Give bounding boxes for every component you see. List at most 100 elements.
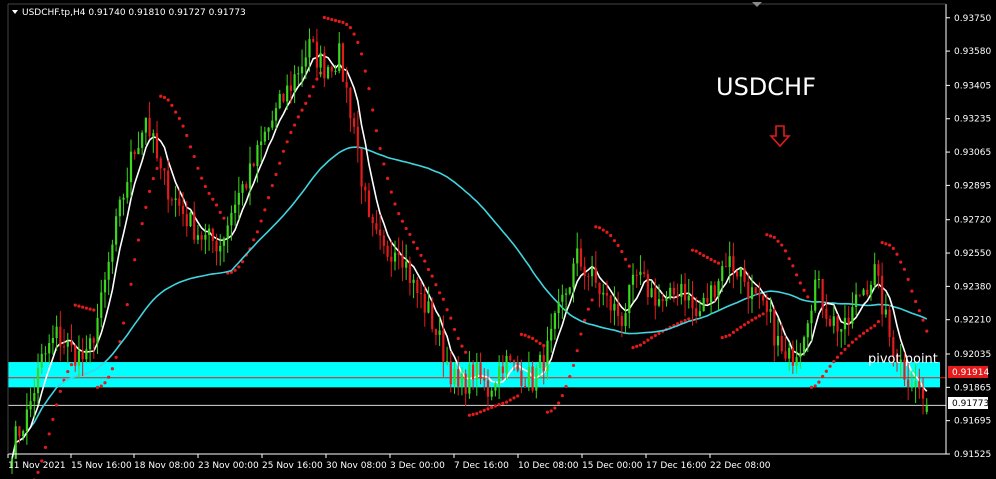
time-tick-label: 15 Dec 00:00 [582,461,643,471]
sar-dot [739,325,743,329]
sar-dot [397,211,401,216]
sar-dot [880,241,884,245]
sar-dot [84,306,88,310]
sar-dot [791,264,795,268]
sar-dot [545,410,550,414]
sar-dot [690,248,695,252]
sar-dot [162,95,167,100]
sar-dot [121,321,126,325]
sar-dot [107,375,111,379]
sar-dot [824,369,828,373]
sar-dot [564,384,568,389]
sar-dot [374,129,379,133]
sar-dot [549,409,553,413]
sar-dot [400,219,405,223]
sar-dot [516,394,520,398]
sar-dot [765,233,769,237]
sar-dot [110,367,115,371]
sar-dot [728,333,732,337]
price-tick-label: 0.93235 [954,115,991,125]
sar-dot [504,400,509,404]
red-price-marker-text: 0.91914 [952,368,989,378]
sar-dot [873,324,877,328]
price-tick-label: 0.93750 [954,14,991,24]
sar-dot [47,432,51,436]
candle [341,42,345,82]
price-tick-label: 0.92550 [954,249,991,259]
sar-dot [620,249,624,254]
time-tick-label: 3 Dec 00:00 [390,461,445,471]
price-tick-label: 0.91525 [954,450,991,460]
sar-dot [865,328,869,333]
sar-dot [501,401,505,405]
sar-dot [419,253,423,257]
pivot-point-label: pivot point [868,352,938,367]
sar-dot [352,32,356,36]
sar-dot [895,252,899,256]
sar-dot [884,242,888,246]
sar-dot [646,338,650,342]
sar-dot [218,210,222,214]
sar-dot [887,243,892,247]
sar-dot [921,318,925,322]
sar-dot [460,344,464,348]
sar-dot [278,161,282,165]
sar-dot [843,347,847,351]
sar-dot [914,299,918,304]
price-tick-label: 0.92720 [954,216,991,226]
sar-dot [594,225,598,229]
sar-dot [609,233,613,238]
sar-dot [211,197,215,201]
sar-dot [170,103,174,107]
sar-dot [538,341,542,345]
sar-dot [809,385,814,389]
sar-dot [899,260,903,264]
sar-dot [705,255,709,260]
time-tick-label: 17 Dec 16:00 [646,461,707,471]
sar-dot [776,239,780,243]
sar-dot [326,16,330,21]
sar-dot [73,303,77,307]
sar-dot [616,243,620,248]
sar-dot [43,445,48,449]
sar-dot [222,216,226,220]
price-tick-label: 0.92895 [954,181,991,191]
sar-dot [69,362,74,367]
sar-dot [806,295,810,299]
sar-dot [754,316,758,320]
sar-dot [467,413,471,417]
sar-dot [530,336,535,341]
sar-dot [787,257,791,261]
sar-dot [252,238,256,242]
sar-dot [817,380,821,384]
sar-dot [698,251,702,255]
sar-dot [475,411,479,416]
sar-dot [586,307,590,311]
sar-dot [259,219,263,223]
sar-dot [144,205,148,209]
sar-dot [534,339,538,343]
sar-dot [322,15,326,20]
time-tick-label: 23 Nov 00:00 [198,461,259,471]
sar-dot [597,226,602,230]
sar-dot [66,369,70,374]
sar-dot [746,320,750,325]
time-tick-label: 25 Nov 16:00 [262,461,323,471]
sar-dot [858,334,862,338]
sar-dot [434,283,438,287]
sar-dot [51,417,55,421]
sar-dot [813,384,817,388]
sar-dot [523,333,527,337]
sar-dot [508,398,512,402]
sar-dot [783,249,788,253]
sar-dot [371,108,375,112]
sar-dot [802,288,806,292]
sar-dot [560,394,564,398]
sar-dot [891,246,895,250]
sar-dot [761,312,765,316]
sar-dot [635,344,639,348]
sar-dot [237,265,241,269]
sar-dot [200,176,204,180]
sar-dot [330,17,334,22]
sar-dot [601,228,605,232]
